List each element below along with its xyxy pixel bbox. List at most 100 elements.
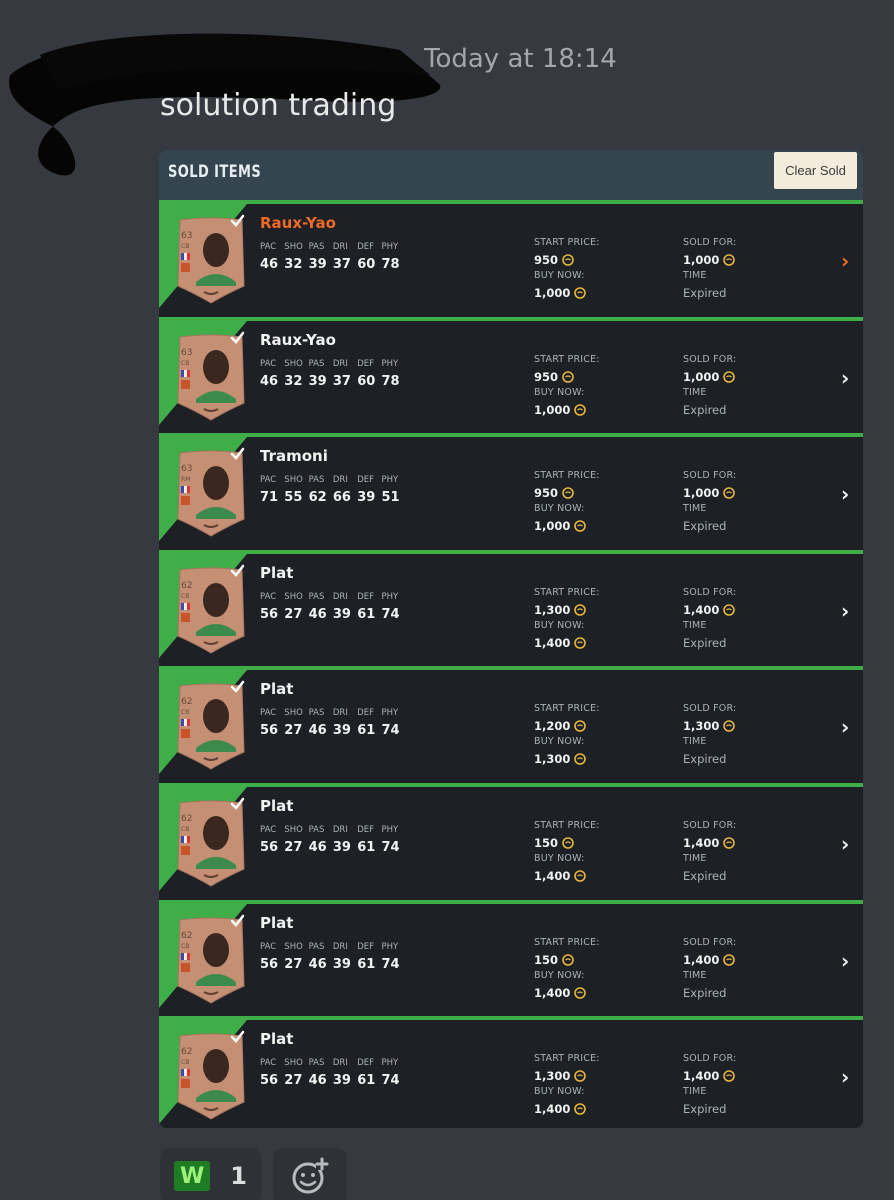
stat-value: 56: [260, 840, 279, 855]
stat-value: 46: [260, 257, 279, 272]
sold-for-amount: 1,300: [683, 719, 720, 734]
message-text: solution trading: [160, 88, 397, 123]
stat-value: 46: [308, 606, 327, 622]
sold-for-label: SOLD FOR:: [683, 353, 737, 365]
sold-item-row[interactable]: 62 CB Plat PAC SHO PAS DRI DEF PHY 56 27 46 39 61 74 ST…: [159, 1016, 863, 1128]
check-icon: [230, 214, 245, 227]
stat-header: PAC: [260, 242, 277, 252]
stat-values: 56 27 46 39 61 74: [260, 1073, 406, 1088]
stat-value: 46: [308, 723, 327, 739]
card-position: RM: [181, 476, 190, 483]
buy-now-label: BUY NOW:: [534, 270, 585, 281]
buy-now-label: BUY NOW:: [534, 736, 585, 748]
sold-for-label: SOLD FOR:: [683, 820, 737, 831]
chevron-right-icon[interactable]: ›: [841, 949, 849, 973]
time-label: TIME: [683, 270, 707, 281]
add-reaction-button[interactable]: [273, 1148, 347, 1200]
stat-values: 56 27 46 39 61 74: [260, 607, 406, 622]
coin-icon: [574, 1070, 587, 1082]
coin-icon: [562, 254, 574, 266]
sold-item-row[interactable]: 63 RM Tramoni PAC SHO PAS DRI DEF PHY 71 55 62 66 39 5…: [159, 433, 863, 550]
buy-now-label: BUY NOW:: [534, 386, 585, 398]
stat-value: 39: [332, 606, 351, 622]
check-icon: [230, 914, 245, 927]
player-name: Plat: [260, 913, 294, 932]
stat-header: PHY: [381, 941, 399, 952]
buy-now-amount: 1,000: [534, 519, 571, 534]
stat-value: 46: [308, 840, 327, 855]
coin-icon: [723, 720, 736, 733]
chevron-right-icon[interactable]: ›: [841, 482, 849, 506]
chevron-right-icon[interactable]: ›: [841, 1065, 849, 1089]
coin-icon: [723, 487, 736, 499]
clear-sold-button[interactable]: Clear Sold: [774, 152, 857, 189]
stat-value: 27: [284, 606, 303, 622]
coin-icon: [574, 287, 587, 299]
stat-header: PHY: [381, 358, 399, 369]
reaction-w[interactable]: W 1: [160, 1148, 261, 1200]
stat-value: 61: [357, 723, 376, 739]
chevron-right-icon[interactable]: ›: [841, 599, 849, 623]
buy-now-value: 1,000: [534, 403, 587, 417]
coin-icon: [562, 953, 574, 966]
stat-header: DEF: [357, 1058, 374, 1069]
sold-item-row[interactable]: 63 CB Raux-Yao PAC SHO PAS DRI DEF PHY 46 32 39 37 60…: [159, 316, 863, 433]
start-price-amount: 150: [534, 952, 559, 967]
stat-header: DEF: [357, 475, 374, 486]
coin-icon: [574, 603, 587, 616]
sold-for-amount: 1,400: [683, 1069, 720, 1084]
stat-value: 46: [308, 956, 327, 972]
coin-icon: [723, 254, 736, 266]
stat-value: 56: [260, 1073, 279, 1089]
stat-header: DRI: [332, 242, 348, 252]
start-price-label: START PRICE:: [534, 703, 600, 715]
sold-item-row[interactable]: 62 CB Plat PAC SHO PAS DRI DEF PHY 56 27 46 39 61 74 ST…: [159, 549, 863, 666]
card-position: CB: [181, 943, 189, 950]
stat-values: 56 27 46 39 61 74: [260, 957, 406, 972]
stat-header: DRI: [332, 358, 348, 369]
player-name: Tramoni: [260, 447, 328, 466]
sold-item-row[interactable]: 63 CB Raux-Yao PAC SHO PAS DRI DEF PHY 46 32 39 37 60…: [159, 200, 863, 316]
player-face-icon: [203, 582, 229, 617]
stat-headers: PAC SHO PAS DRI DEF PHY: [260, 1058, 406, 1068]
panel-header: SOLD ITEMS Clear Sold: [159, 150, 863, 200]
club-badge-icon: [181, 263, 190, 272]
chevron-right-icon[interactable]: ›: [841, 366, 849, 390]
player-card: 63 CB: [177, 334, 245, 421]
buy-now-amount: 1,400: [534, 869, 571, 883]
player-card: 62 CB: [177, 683, 245, 770]
start-price-label: START PRICE:: [534, 237, 600, 248]
chevron-right-icon[interactable]: ›: [841, 832, 849, 856]
stat-header: DEF: [357, 941, 374, 952]
sold-item-row[interactable]: 62 CB Plat PAC SHO PAS DRI DEF PHY 56 27 46 39 61 74 ST…: [159, 899, 863, 1016]
stat-header: PAS: [308, 475, 325, 486]
stat-header: DRI: [332, 591, 348, 602]
stat-headers: PAC SHO PAS DRI DEF PHY: [260, 359, 406, 369]
stat-value: 74: [381, 840, 400, 855]
sold-item-row[interactable]: 62 CB Plat PAC SHO PAS DRI DEF PHY 56 27 46 39 61 74 ST…: [159, 666, 863, 783]
coin-icon: [574, 1103, 587, 1115]
check-icon: [230, 564, 245, 577]
stat-values: 56 27 46 39 61 74: [260, 840, 406, 855]
start-price-amount: 150: [534, 836, 559, 850]
stat-header: PAC: [260, 358, 277, 369]
card-position: CB: [181, 826, 189, 833]
stat-header: DEF: [357, 708, 374, 719]
stat-value: 74: [381, 956, 400, 972]
time-label: TIME: [683, 503, 707, 515]
stat-value: 39: [332, 1073, 351, 1089]
chevron-right-icon[interactable]: ›: [841, 249, 849, 273]
buy-now-value: 1,400: [534, 986, 587, 1000]
start-price-value: 1,300: [534, 603, 587, 617]
sold-item-row[interactable]: 62 CB Plat PAC SHO PAS DRI DEF PHY 56 27 46 39 61 74 ST…: [159, 783, 863, 899]
start-price-value: 1,200: [534, 719, 587, 733]
coin-icon: [562, 837, 574, 849]
card-rating: 62: [181, 1047, 192, 1057]
coin-icon: [723, 1070, 736, 1082]
chevron-right-icon[interactable]: ›: [841, 715, 849, 739]
stat-values: 46 32 39 37 60 78: [260, 257, 406, 272]
coin-icon: [723, 603, 736, 616]
stat-value: 27: [284, 840, 303, 855]
stat-value: 39: [332, 956, 351, 972]
card-rating: 63: [181, 464, 192, 474]
